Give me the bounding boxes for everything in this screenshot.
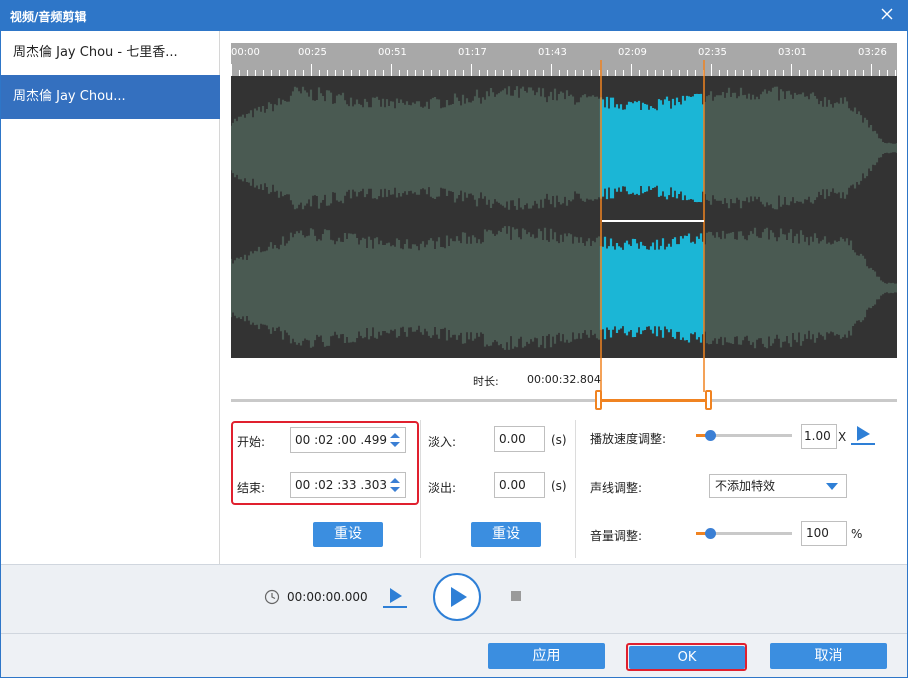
playback-time: 00:00:00.000 [287,590,368,604]
divider [420,420,421,558]
fade-in-label: 淡入: [428,435,457,449]
spin-arrows-icon[interactable] [389,476,401,494]
speed-slider-knob[interactable] [705,430,716,441]
clock-icon [264,589,280,605]
speed-label: 播放速度调整: [590,432,667,446]
duration-value: 00:00:32.804 [527,373,601,386]
voice-label: 声线调整: [590,481,643,495]
trim-markers [600,60,705,392]
play-speed-preview-icon[interactable] [850,424,876,446]
play-selection-icon[interactable] [381,585,409,609]
trim-slider-track[interactable] [231,399,897,402]
fade-out-label: 淡出: [428,481,457,495]
trim-slider-range [599,399,709,402]
volume-slider-knob[interactable] [705,528,716,539]
apply-button[interactable]: 应用 [488,643,605,669]
reset-trim-button[interactable]: 重设 [313,522,383,547]
end-time-value: 00 :02 :33 .303 [295,478,388,492]
start-label: 开始: [237,435,266,449]
fade-in-field[interactable]: 0.00 [494,426,545,452]
voice-effect-select[interactable]: 不添加特效 [709,474,847,498]
end-label: 结束: [237,481,266,495]
spin-arrows-icon[interactable] [389,431,401,449]
fade-out-field[interactable]: 0.00 [494,472,545,498]
trim-end-handle[interactable] [705,390,712,410]
duration-label: 时长: [473,375,499,388]
volume-label: 音量调整: [590,529,643,543]
fade-out-unit: (s) [551,479,567,493]
ok-button-highlight [626,643,747,671]
chevron-down-icon [826,483,838,490]
speed-unit: X [838,430,847,444]
trim-start-handle[interactable] [595,390,602,410]
volume-field[interactable]: 100 [801,521,847,546]
fade-in-unit: (s) [551,433,567,447]
reset-fade-button[interactable]: 重设 [471,522,541,547]
speed-field[interactable]: 1.00 [801,424,837,449]
play-button[interactable] [432,572,482,622]
end-time-field[interactable]: 00 :02 :33 .303 [290,472,406,498]
start-time-value: 00 :02 :00 .499 [295,433,388,447]
start-time-field[interactable]: 00 :02 :00 .499 [290,427,406,453]
voice-effect-value: 不添加特效 [715,479,776,493]
stop-icon[interactable] [511,591,521,601]
divider [575,420,576,558]
volume-unit: % [851,527,863,541]
cancel-button[interactable]: 取消 [770,643,887,669]
